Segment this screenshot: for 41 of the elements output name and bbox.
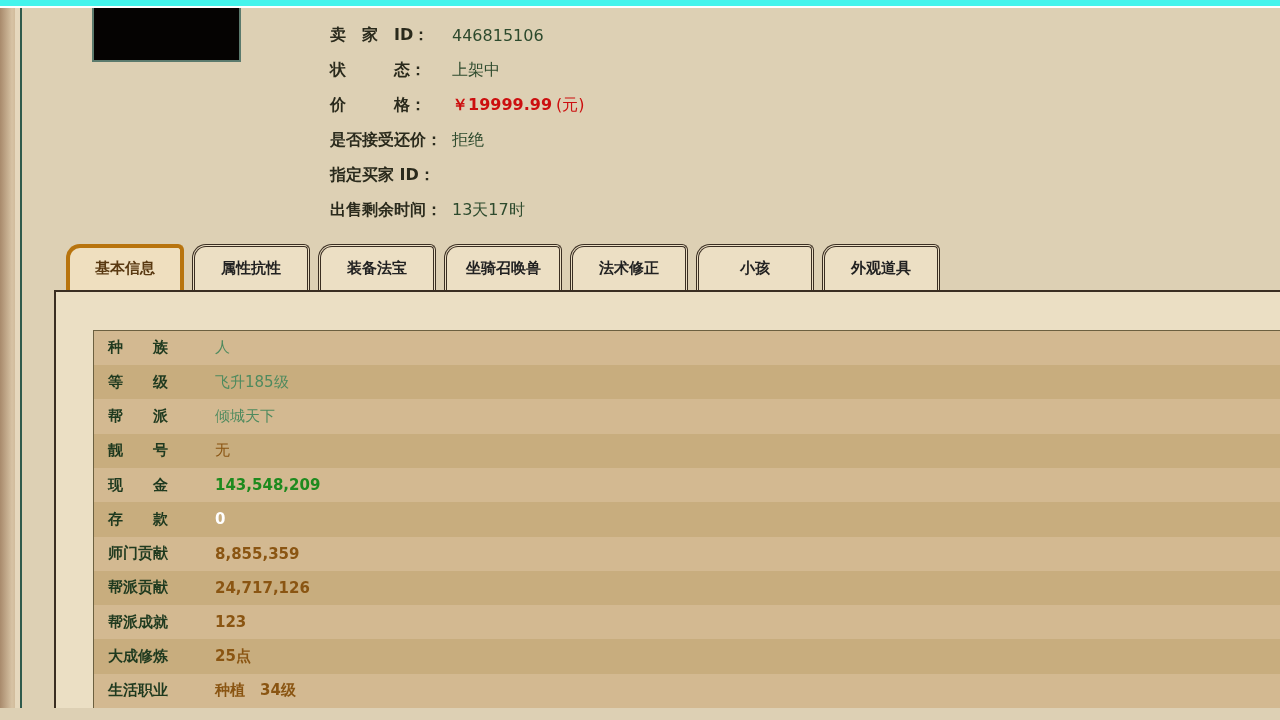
row-value: 25点 xyxy=(215,647,251,667)
field-label: 卖 家 ID： xyxy=(330,24,431,46)
row-label: 存 款 xyxy=(108,509,169,529)
row-value: 倾城天下 xyxy=(215,406,275,426)
tab[interactable]: 基本信息 xyxy=(66,243,184,290)
field-label: 指定买家 ID： xyxy=(330,164,436,186)
row-label: 现 金 xyxy=(108,475,169,495)
tab[interactable]: 属性抗性 xyxy=(192,243,310,290)
row-label: 帮 派 xyxy=(108,406,169,426)
field-value: 446815106 xyxy=(452,25,544,45)
tab[interactable]: 外观道具 xyxy=(822,243,940,290)
row-label: 种 族 xyxy=(108,338,169,358)
field-value: 13天17时 xyxy=(452,199,525,221)
row-value: 24,717,126 xyxy=(215,578,310,597)
tab[interactable]: 法术修正 xyxy=(570,243,688,290)
field-value: 拒绝 xyxy=(452,129,484,151)
tab[interactable]: 小孩 xyxy=(696,243,814,290)
tab[interactable]: 坐骑召唤兽 xyxy=(444,243,562,290)
field-label: 状 态： xyxy=(330,59,427,81)
row-label: 师门贡献 xyxy=(108,544,169,564)
row-value: 种植 34级 xyxy=(215,681,296,701)
row-value: 143,548,209 xyxy=(215,476,321,495)
row-value: 123 xyxy=(215,613,247,632)
field-label: 是否接受还价： xyxy=(330,129,443,151)
row-value: 飞升185级 xyxy=(215,372,289,392)
row-label: 靓 号 xyxy=(108,441,169,461)
row-label: 帮派贡献 xyxy=(108,578,169,598)
currency-unit: (元) xyxy=(556,94,585,116)
row-label: 帮派成就 xyxy=(108,612,169,632)
field-label: 价 格： xyxy=(330,94,427,116)
row-label: 大成修炼 xyxy=(108,647,169,667)
field-value: 上架中 xyxy=(452,59,500,81)
tab[interactable]: 装备法宝 xyxy=(318,243,436,290)
row-value: 无 xyxy=(215,441,230,461)
row-label: 生活职业 xyxy=(108,681,169,701)
row-value: 0 xyxy=(215,510,226,529)
row-value: 人 xyxy=(215,338,230,358)
row-label: 等 级 xyxy=(108,372,169,392)
price-value: ￥19999.99 xyxy=(452,94,552,116)
row-value: 8,855,359 xyxy=(215,544,300,563)
field-label: 出售剩余时间： xyxy=(330,199,443,221)
